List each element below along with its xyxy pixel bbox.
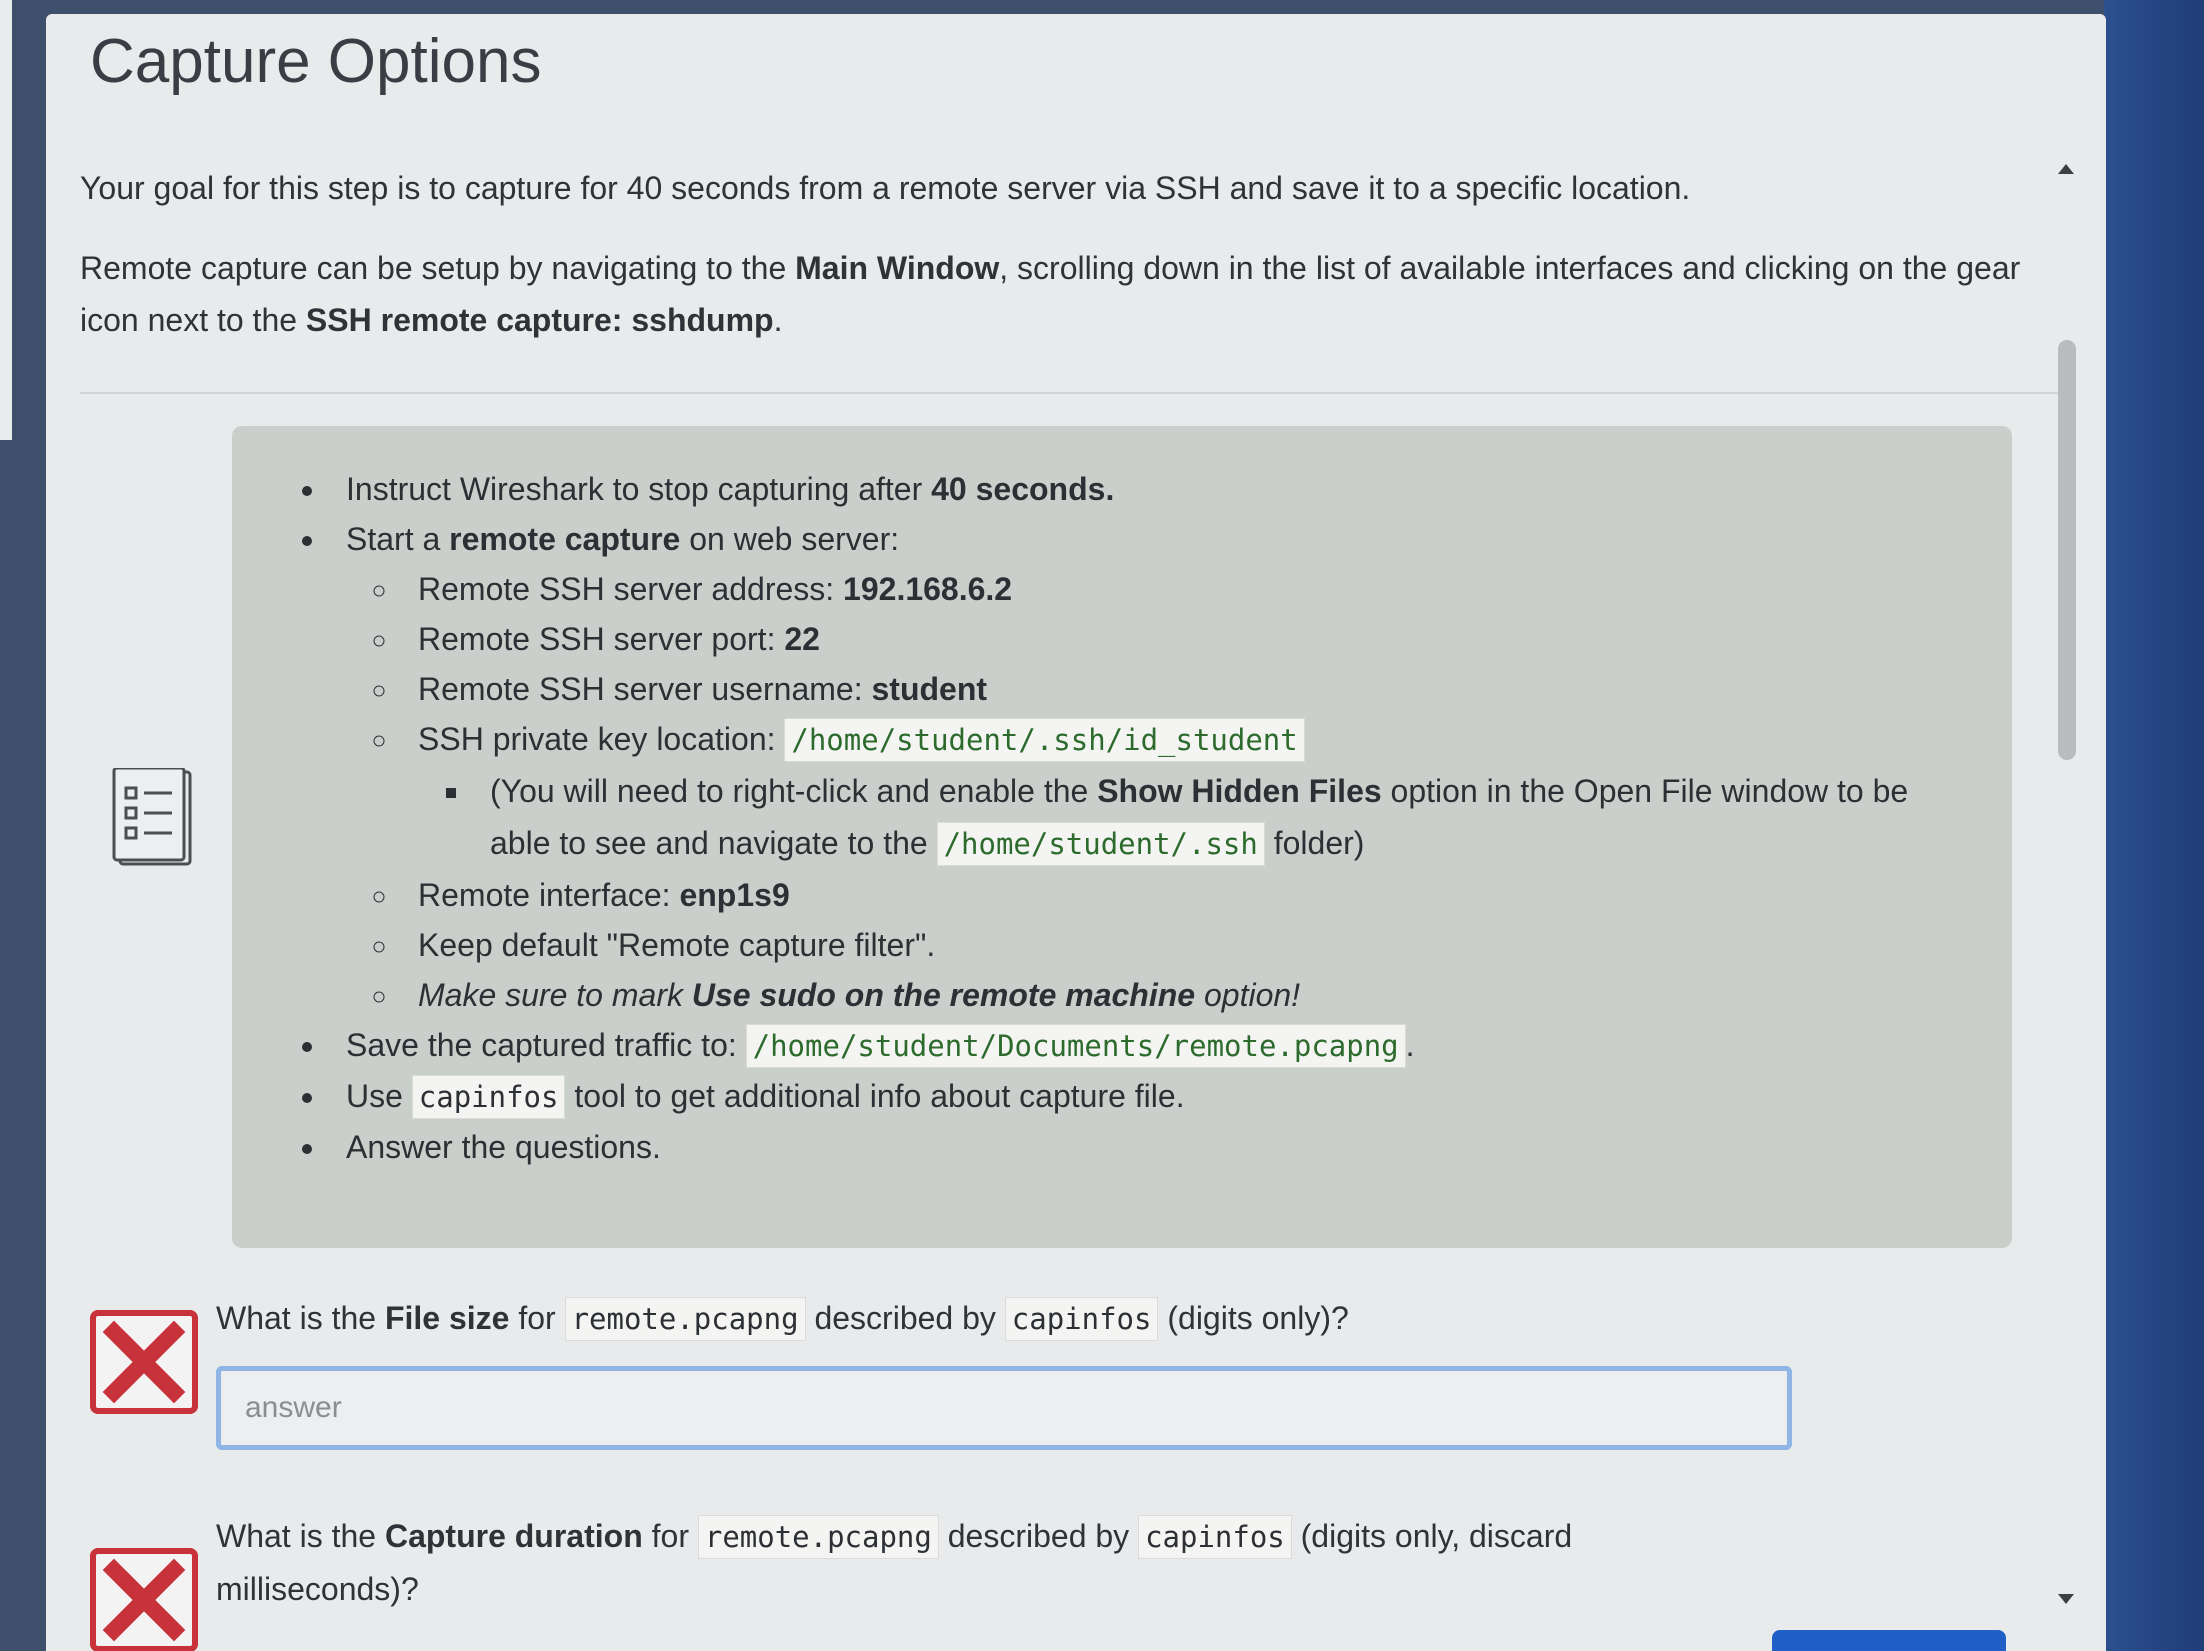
- list-item: Start a remote capture on web server: Re…: [328, 514, 1972, 1020]
- question-file-size: What is the File size for remote.pcapng …: [216, 1292, 1766, 1345]
- page-title: Capture Options: [90, 27, 542, 96]
- list-item: Use capinfos tool to get additional info…: [328, 1071, 1972, 1122]
- list-item: Save the captured traffic to: /home/stud…: [328, 1020, 1972, 1071]
- list-item: Remote SSH server port: 22: [400, 614, 1972, 664]
- list-item: Make sure to mark Use sudo on the remote…: [400, 970, 1972, 1020]
- remote-capture-settings: Remote SSH server address: 192.168.6.2 R…: [400, 564, 1972, 1020]
- save-path-code: /home/student/Documents/remote.pcapng: [745, 1024, 1406, 1068]
- intro-instructions: Remote capture can be setup by navigatin…: [80, 250, 2021, 338]
- list-item: Keep default "Remote capture filter".: [400, 920, 1972, 970]
- intro-goal: Your goal for this step is to capture fo…: [80, 170, 1691, 206]
- capture-options-panel: Capture Options Your goal for this step …: [46, 14, 2106, 1651]
- incorrect-x-icon: [90, 1548, 198, 1651]
- list-item: Answer the questions.: [328, 1122, 1972, 1172]
- vertical-scrollbar[interactable]: [2052, 164, 2082, 1604]
- hidden-files-note: (You will need to right-click and enable…: [472, 765, 1972, 870]
- list-item: SSH private key location: /home/student/…: [400, 714, 1972, 870]
- ssh-folder-code: /home/student/.ssh: [936, 822, 1265, 866]
- intro-text: Your goal for this step is to capture fo…: [80, 162, 2060, 374]
- divider: [80, 392, 2070, 394]
- list-item: Instruct Wireshark to stop capturing aft…: [328, 464, 1972, 514]
- background-window-edge: [0, 0, 12, 440]
- desktop-background: [2104, 0, 2204, 1651]
- task-list: Instruct Wireshark to stop capturing aft…: [316, 464, 1972, 1172]
- scroll-thumb[interactable]: [2058, 340, 2076, 760]
- scroll-up-icon[interactable]: [2058, 164, 2074, 174]
- list-item: Remote interface: enp1s9: [400, 870, 1972, 920]
- list-item: (You will need to right-click and enable…: [472, 765, 1972, 870]
- answer-input[interactable]: answer: [216, 1366, 1792, 1450]
- question-capture-duration: What is the Capture duration for remote.…: [216, 1510, 1766, 1615]
- list-item: Remote SSH server address: 192.168.6.2: [400, 564, 1972, 614]
- submit-button[interactable]: [1772, 1630, 2006, 1651]
- scroll-down-icon[interactable]: [2058, 1594, 2074, 1604]
- capinfos-code: capinfos: [411, 1075, 566, 1119]
- incorrect-x-icon: [90, 1310, 198, 1414]
- task-instructions-box: Instruct Wireshark to stop capturing aft…: [232, 426, 2012, 1248]
- checklist-icon: [112, 768, 192, 866]
- key-path-code: /home/student/.ssh/id_student: [784, 718, 1305, 762]
- list-item: Remote SSH server username: student: [400, 664, 1972, 714]
